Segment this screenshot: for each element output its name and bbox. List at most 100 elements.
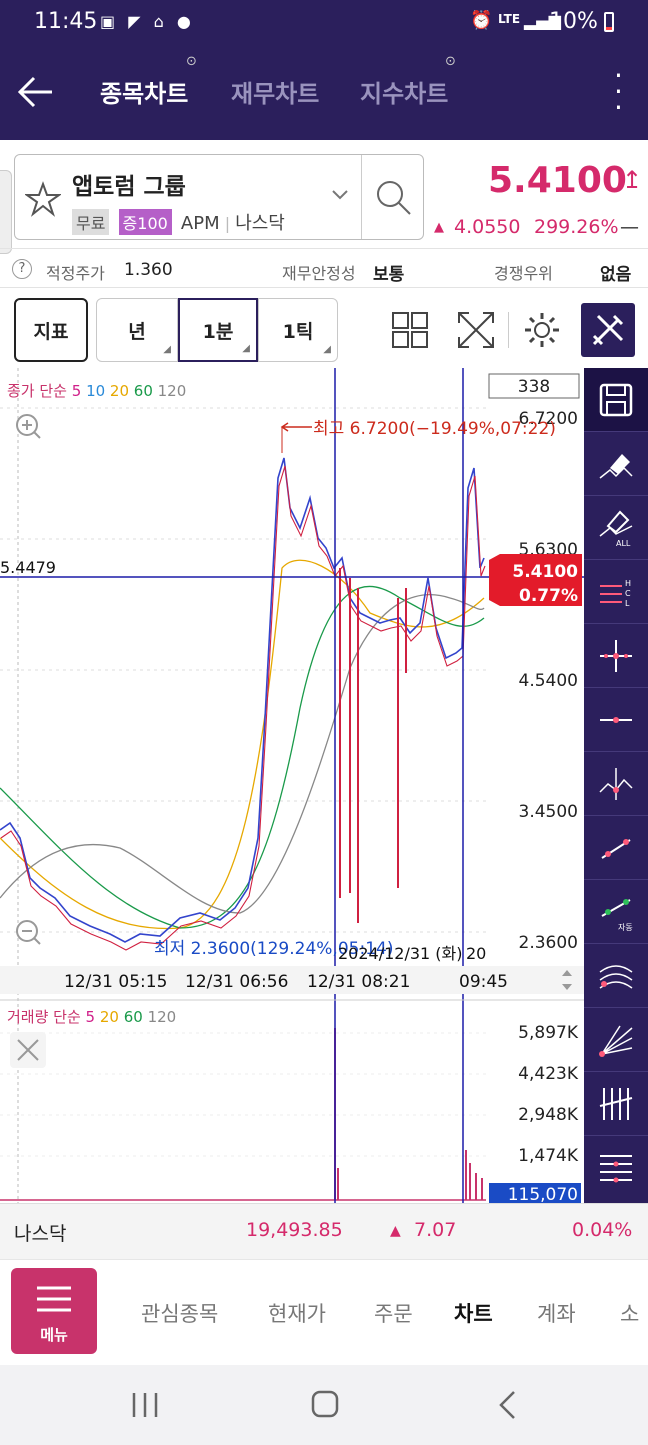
period-lines-button[interactable] <box>584 1072 648 1136</box>
indicator-button[interactable]: 지표 <box>14 298 88 362</box>
time-axis-label: 12/31 05:15 <box>64 972 167 992</box>
close-volume-icon[interactable] <box>10 1032 46 1068</box>
more-menu-icon[interactable]: · · · <box>614 62 623 122</box>
nav-account[interactable]: 계좌 <box>537 1298 576 1328</box>
alarm-icon: ⏰ <box>470 10 493 31</box>
tab-financial-chart[interactable]: 재무차트 <box>231 74 319 109</box>
battery-text: 10% <box>549 9 598 34</box>
competitive-value: 없음 <box>600 265 632 285</box>
fair-price-value: 1.360 <box>124 260 173 280</box>
fair-price-label: 적정주가 <box>46 264 105 283</box>
volume-legend-label: 거래량 단순 <box>7 1008 86 1026</box>
nav-more[interactable]: 소 <box>620 1298 639 1328</box>
price-change-pct: 299.26% <box>534 216 619 238</box>
help-icon[interactable]: ? <box>12 259 32 279</box>
period-1min-button[interactable]: 1분 ◢ <box>178 298 258 362</box>
drawing-tools-button[interactable] <box>581 303 635 357</box>
save-icon <box>599 383 633 416</box>
trend-line-button[interactable] <box>584 816 648 880</box>
period-year-button[interactable]: 년 ◢ <box>96 298 178 362</box>
chevron-down-icon[interactable] <box>331 189 349 201</box>
recent-apps-icon[interactable] <box>130 1391 160 1419</box>
volume-axis-label: 4,423K <box>518 1064 579 1084</box>
cross-line-icon <box>600 639 632 672</box>
svg-text:C: C <box>625 589 631 598</box>
vertical-line-icon <box>599 767 633 800</box>
back-nav-icon[interactable] <box>496 1389 520 1421</box>
auto-trend-icon: 자동 <box>601 898 633 932</box>
svg-text:ALL: ALL <box>616 539 631 548</box>
eraser-button[interactable] <box>584 432 648 496</box>
eraser-all-button[interactable]: ALL <box>584 496 648 560</box>
fan-line-button[interactable] <box>584 1008 648 1072</box>
volume-axis-label: 5,897K <box>518 1023 579 1043</box>
settings-gear-icon[interactable] <box>522 310 562 350</box>
legend-period: 5 <box>72 382 86 400</box>
vertical-line-button[interactable] <box>584 752 648 816</box>
tab-stock-chart[interactable]: 종목차트 <box>100 74 188 109</box>
volume-legend-period: 60 <box>124 1008 148 1026</box>
legend-period: 20 <box>110 382 134 400</box>
star-icon[interactable] <box>25 181 61 217</box>
legend-period: 120 <box>158 382 187 400</box>
status-notification-icons: ▣ ◤ ⌂ ● <box>100 12 195 31</box>
hamburger-icon <box>37 1286 71 1312</box>
stock-name: 앱토럼 그룹 <box>72 174 186 200</box>
volume-legend-period: 5 <box>86 1008 100 1026</box>
price-axis-label: 4.5400 <box>519 671 578 691</box>
nav-watchlist[interactable]: 관심종목 <box>141 1298 218 1328</box>
index-up-icon: ▲ <box>390 1223 401 1239</box>
date-overlay: 2024/12/31 (화) <box>338 944 463 963</box>
svg-text:자동: 자동 <box>618 923 633 932</box>
arc-tool-button[interactable] <box>584 944 648 1008</box>
date-overlay-day: 20 <box>466 944 486 963</box>
fibonacci-button[interactable] <box>584 1136 648 1200</box>
home-icon[interactable] <box>310 1389 340 1419</box>
menu-button[interactable]: 메뉴 <box>11 1268 97 1354</box>
auto-trend-button[interactable]: 자동 <box>584 880 648 944</box>
nav-order[interactable]: 주문 <box>374 1298 413 1328</box>
stability-label: 재무안정성 <box>282 264 356 283</box>
period-1tick-button[interactable]: 1틱 ◢ <box>258 298 338 362</box>
bottom-navigation: 메뉴 관심종목 현재가 주문 차트 계좌 소 <box>0 1259 648 1365</box>
volume-axis-label: 2,948K <box>518 1105 579 1125</box>
price-up-icon: ↥ <box>622 166 643 194</box>
fullscreen-icon[interactable] <box>456 310 496 350</box>
stock-selector[interactable]: 앱토럼 그룹 무료 증100 APM | 나스닥 <box>14 154 424 240</box>
tab-badge-icon: ⊙ <box>186 54 197 69</box>
time-axis-label: 12/31 06:56 <box>185 972 288 992</box>
nav-chart[interactable]: 차트 <box>454 1298 493 1328</box>
index-value: 19,493.85 <box>246 1219 343 1241</box>
current-price-tag-pct: 0.77% <box>519 586 578 606</box>
lte-indicator: LTE <box>498 12 521 26</box>
volume-current-value: 115,070 <box>508 1185 578 1203</box>
index-change: 7.07 <box>414 1219 457 1241</box>
nav-current-price[interactable]: 현재가 <box>268 1298 326 1328</box>
change-dash: — <box>620 216 639 238</box>
valuation-bar: ? 적정주가 1.360 재무안정성 보통 경쟁우위 없음 <box>0 248 648 288</box>
fibonacci-icon <box>600 1155 632 1183</box>
system-navigation <box>0 1365 648 1445</box>
period-lines-icon <box>599 1087 633 1120</box>
price-axis-label: 2.3600 <box>519 933 578 953</box>
cross-line-button[interactable] <box>584 624 648 688</box>
hcl-line-button[interactable]: HCL <box>584 560 648 624</box>
search-icon[interactable] <box>375 179 413 217</box>
tab-index-chart[interactable]: 지수차트 <box>360 74 448 109</box>
horizontal-line-button[interactable] <box>584 688 648 752</box>
index-ticker-bar[interactable]: 나스닥 19,493.85 ▲ 7.07 0.04% <box>0 1203 648 1259</box>
back-arrow-icon[interactable] <box>16 74 56 110</box>
layout-grid-icon[interactable] <box>390 310 430 350</box>
trend-line-icon <box>601 838 631 859</box>
save-chart-button[interactable] <box>584 368 648 432</box>
volume-axis-label: 1,474K <box>518 1146 579 1166</box>
price-chart[interactable]: 종가 단순 5 10 20 60 120 거래량 단순 5 20 60 120 … <box>0 368 584 1203</box>
svg-text:H: H <box>625 579 631 588</box>
side-drawer-handle[interactable] <box>0 170 12 254</box>
index-pct: 0.04% <box>572 1219 633 1241</box>
current-price: 5.4100 <box>488 160 627 201</box>
eraser-icon <box>599 453 633 479</box>
free-tag: 무료 <box>72 209 110 235</box>
volume-legend-period: 20 <box>100 1008 124 1026</box>
status-bar: 11:45 ▣ ◤ ⌂ ● ⏰ LTE ▂▄▆ 10% <box>0 0 648 46</box>
